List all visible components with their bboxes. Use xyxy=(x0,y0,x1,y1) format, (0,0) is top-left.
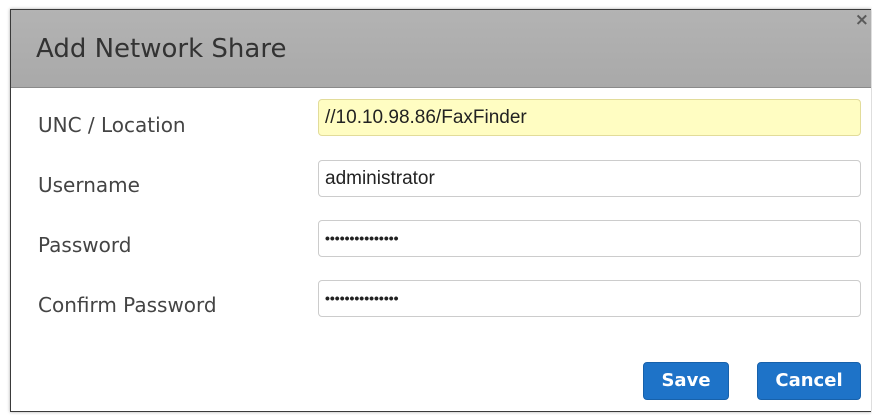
dialog-title: Add Network Share xyxy=(36,34,287,64)
page: Add Network Share × UNC / Location //10.… xyxy=(0,0,872,415)
cancel-button[interactable]: Cancel xyxy=(757,362,861,400)
username-input[interactable]: administrator xyxy=(318,160,861,197)
save-button[interactable]: Save xyxy=(643,362,729,400)
unc-location-label: UNC / Location xyxy=(38,113,186,137)
username-label: Username xyxy=(38,173,140,197)
dialog-header: Add Network Share × xyxy=(11,10,871,88)
add-network-share-dialog: Add Network Share × UNC / Location //10.… xyxy=(10,9,871,412)
password-label: Password xyxy=(38,233,132,257)
confirm-password-input[interactable]: ••••••••••••••• xyxy=(318,280,861,317)
unc-location-input[interactable]: //10.10.98.86/FaxFinder xyxy=(318,99,861,136)
close-icon[interactable]: × xyxy=(855,11,869,29)
confirm-password-label: Confirm Password xyxy=(38,293,217,317)
password-input[interactable]: ••••••••••••••• xyxy=(318,220,861,257)
